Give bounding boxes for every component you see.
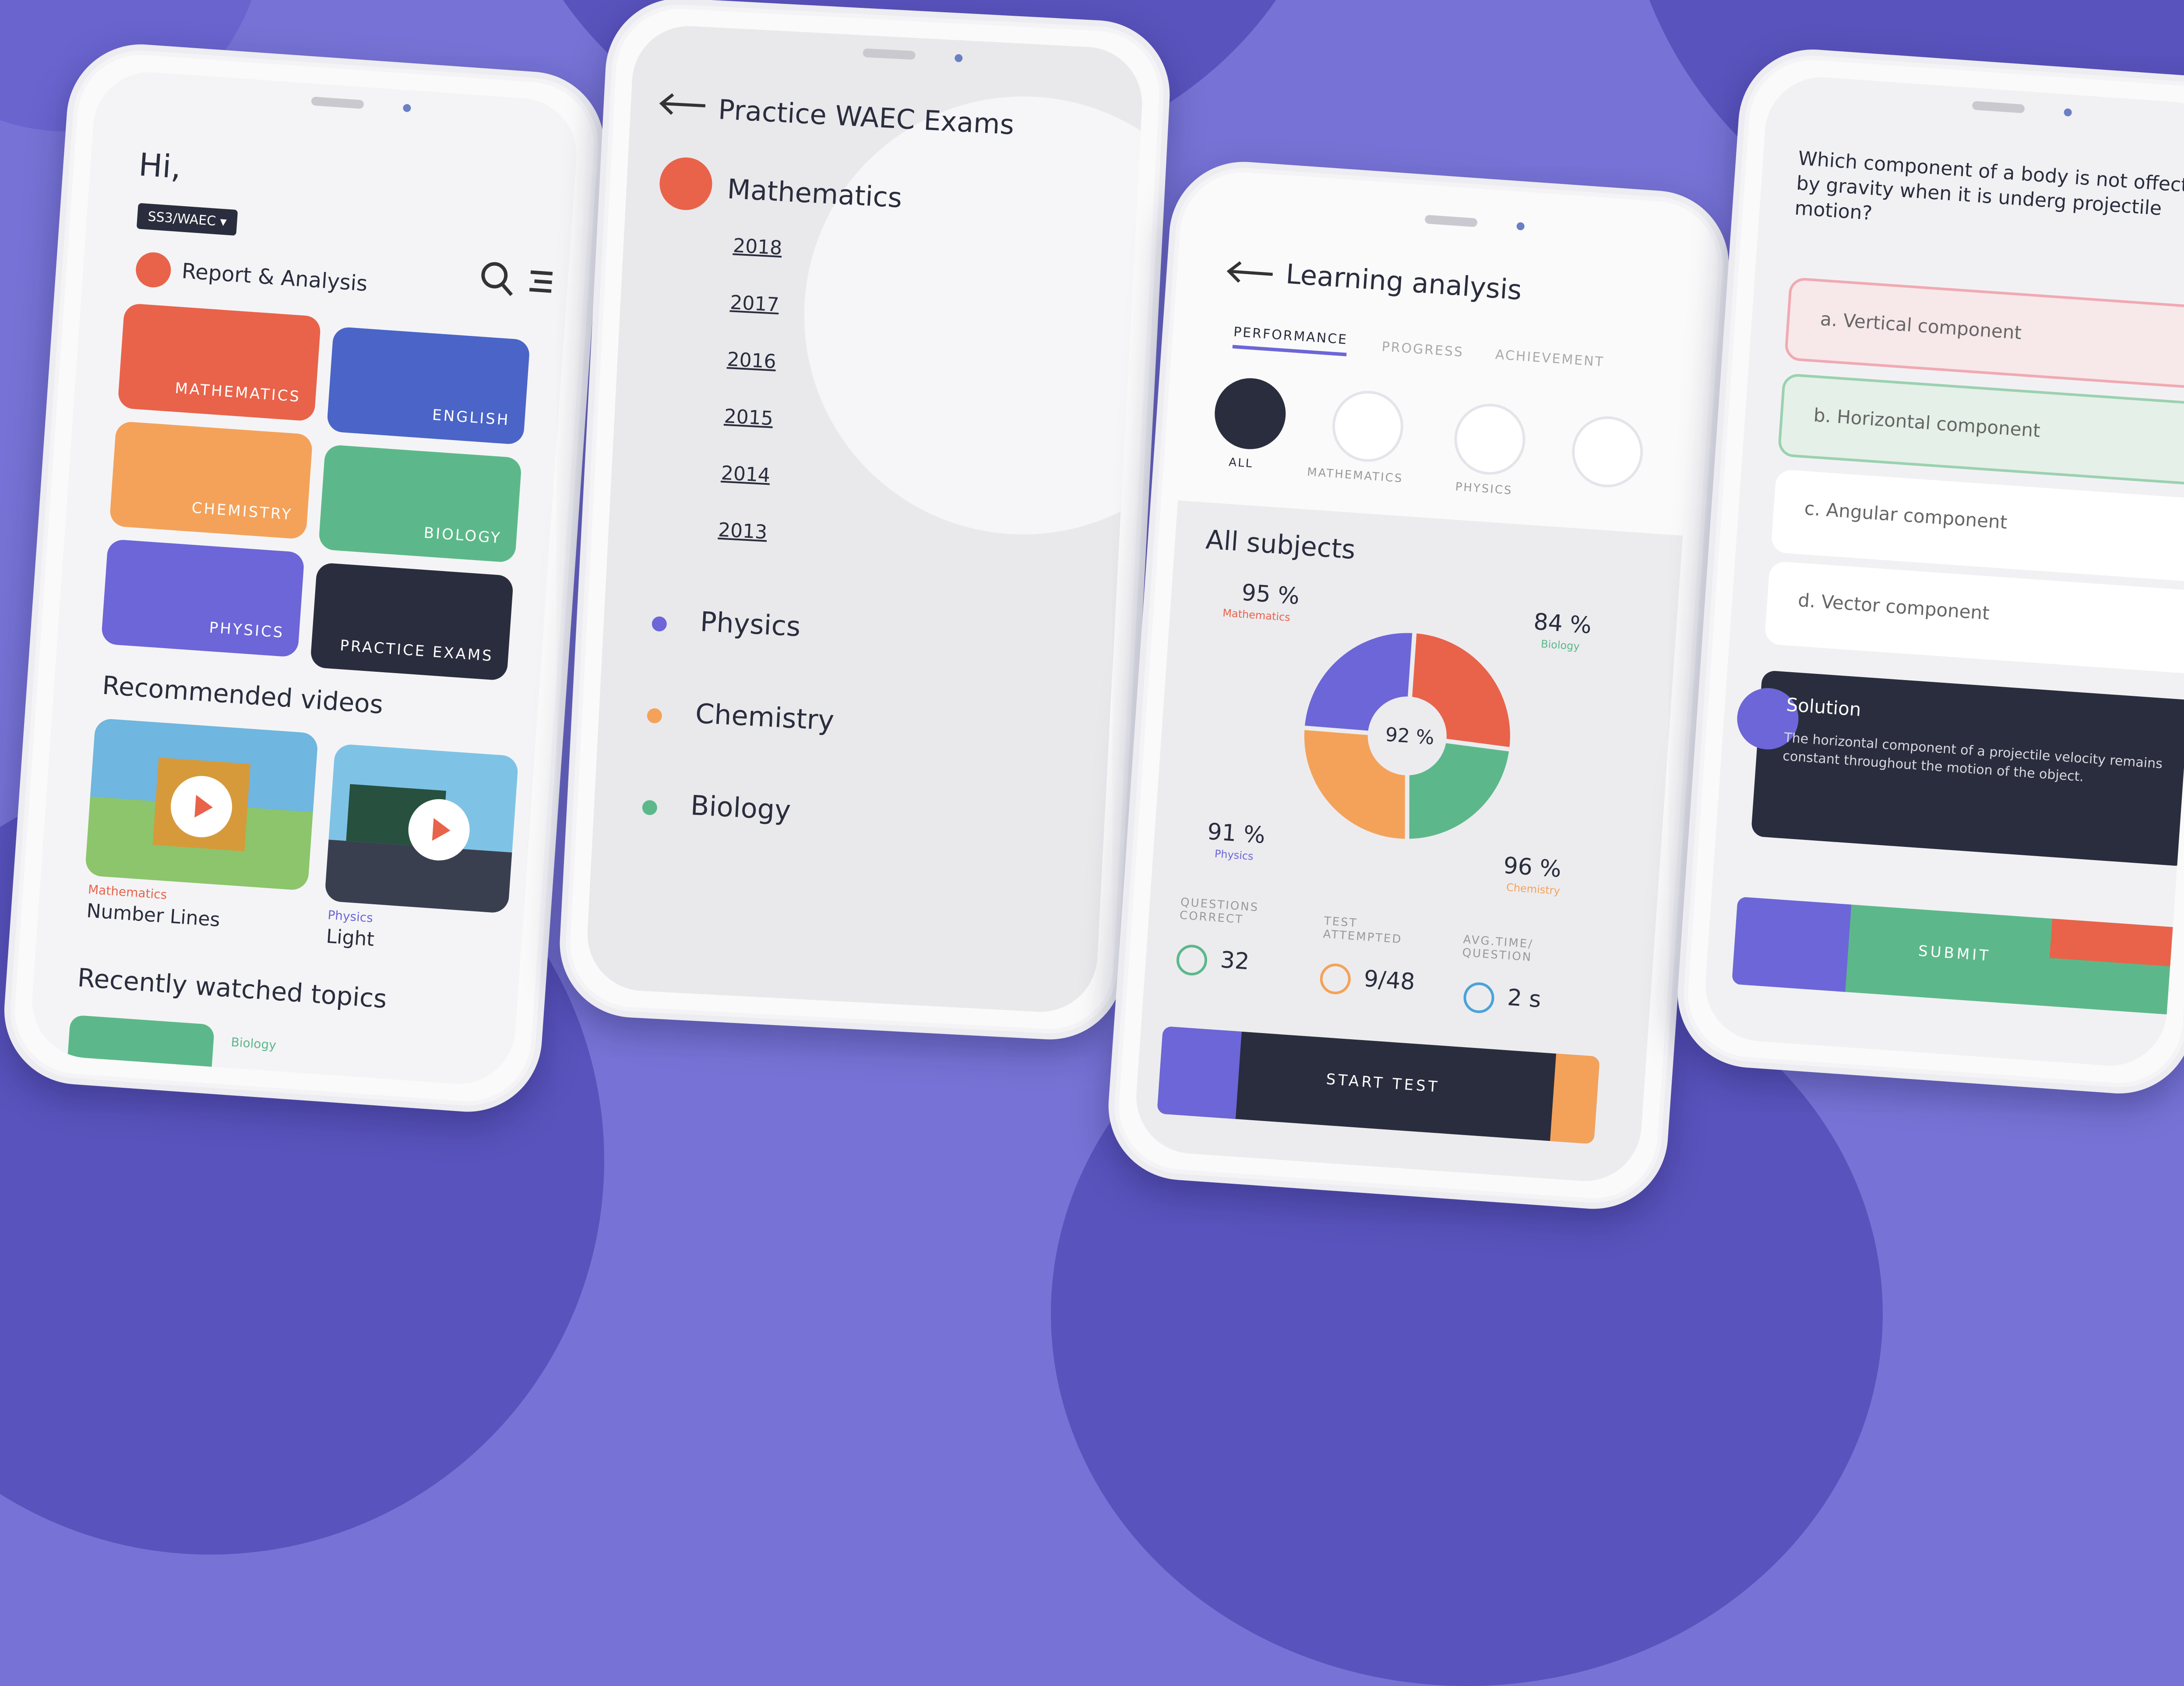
video-subject: Mathematics [88, 882, 168, 902]
stat-label: AVG.TIME/ QUESTION [1462, 933, 1534, 964]
subject-physics[interactable]: Physics [699, 606, 801, 643]
video-title: Number Lines [86, 899, 221, 931]
timer-icon [1462, 981, 1495, 1014]
solution-panel: Solution The horizontal component of a p… [1735, 670, 2184, 867]
year-link[interactable]: 2018 [733, 234, 783, 259]
submit-button[interactable]: SUBMIT [1731, 896, 2184, 1016]
tile-physics[interactable]: PHYSICS [101, 539, 305, 658]
recent-topic-card[interactable] [64, 1015, 215, 1088]
class-selector[interactable]: SS3/WAEC ▾ [136, 203, 238, 236]
option-a[interactable]: a. Vertical component [1784, 277, 2184, 391]
solution-text: The horizontal component of a projectile… [1782, 730, 2163, 785]
tile-mathematics[interactable]: MATHEMATICS [117, 303, 321, 422]
phone-practice: Practice WAEC Exams Mathematics 2018 201… [556, 0, 1174, 1044]
practice-screen: Practice WAEC Exams Mathematics 2018 201… [585, 23, 1145, 1015]
recommended-title: Recommended videos [101, 670, 384, 720]
page-title: Practice WAEC Exams [717, 93, 1015, 141]
phone-frame: Hi, SS3/WAEC ▾ Report & Analysis MATHEMA… [0, 39, 609, 1117]
start-test-label: START TEST [1325, 1070, 1441, 1096]
video-card-number-lines[interactable] [85, 718, 319, 891]
stat-value: 9/48 [1363, 965, 1416, 995]
question-screen: Which component of a body is not offecte… [1701, 73, 2184, 1070]
bullet-icon [651, 616, 667, 632]
start-test-button[interactable]: START TEST [1157, 1026, 1600, 1144]
video-subject: Physics [327, 907, 373, 925]
back-arrow-icon[interactable] [656, 90, 710, 119]
overall-percent: 92 % [1384, 723, 1435, 749]
submit-label: SUBMIT [1917, 942, 1992, 965]
greeting: Hi, [137, 146, 183, 186]
tile-chemistry[interactable]: CHEMISTRY [109, 421, 313, 540]
year-link[interactable]: 2017 [729, 291, 780, 316]
math-icon [658, 156, 714, 212]
tile-english[interactable]: ENGLISH [326, 326, 531, 445]
search-icon[interactable] [476, 257, 518, 300]
bullet-icon [641, 800, 658, 816]
year-link[interactable]: 2014 [721, 462, 771, 487]
clock-icon [1319, 963, 1352, 995]
tile-practice-exams[interactable]: PRACTICE EXAMS [310, 562, 514, 681]
chart-icon [134, 251, 172, 289]
report-link[interactable]: Report & Analysis [181, 259, 368, 296]
recent-title: Recently watched topics [76, 963, 388, 1014]
menu-icon[interactable] [525, 265, 557, 298]
phone-analysis: Learning analysis PERFORMANCE PROGRESS A… [1103, 157, 1734, 1214]
tile-biology[interactable]: BIOLOGY [318, 444, 522, 563]
subject-biology[interactable]: Biology [690, 789, 791, 826]
stat-value: 32 [1219, 947, 1251, 975]
phone-frame: Which component of a body is not offecte… [1673, 44, 2184, 1099]
question-text: Which component of a body is not offecte… [1794, 147, 2184, 225]
pct-biology: 84 % [1532, 609, 1592, 639]
option-b[interactable]: b. Horizontal component [1777, 373, 2184, 487]
phone-question: Which component of a body is not offecte… [1673, 44, 2184, 1099]
year-link[interactable]: 2013 [718, 519, 768, 544]
phone-frame: Learning analysis PERFORMANCE PROGRESS A… [1103, 157, 1734, 1214]
label-biology: Biology [1540, 638, 1580, 653]
label-physics: Physics [1214, 847, 1254, 863]
pct-chemistry: 96 % [1502, 852, 1562, 883]
phone-home: Hi, SS3/WAEC ▾ Report & Analysis MATHEMA… [0, 39, 609, 1117]
analysis-screen: Learning analysis PERFORMANCE PROGRESS A… [1132, 186, 1705, 1185]
phone-frame: Practice WAEC Exams Mathematics 2018 201… [556, 0, 1174, 1044]
video-title: Light [325, 925, 375, 951]
video-card-light[interactable] [324, 743, 519, 914]
stat-value: 2 s [1506, 984, 1542, 1013]
pct-physics: 91 % [1206, 818, 1266, 849]
year-link[interactable]: 2015 [724, 405, 774, 430]
option-d[interactable]: d. Vector component [1764, 561, 2184, 675]
bullet-icon [646, 708, 662, 724]
stat-label: TEST ATTEMPTED [1322, 914, 1403, 946]
label-chemistry: Chemistry [1506, 881, 1561, 897]
section-title: All subjects [1205, 524, 1356, 566]
back-arrow-icon[interactable] [1224, 258, 1278, 288]
label-mathematics: Mathematics [1222, 607, 1291, 624]
recent-subject: Biology [230, 1034, 277, 1053]
filter-label: ALL [1228, 455, 1254, 471]
subject-chemistry[interactable]: Chemistry [694, 697, 835, 736]
check-icon [1175, 944, 1208, 977]
home-screen: Hi, SS3/WAEC ▾ Report & Analysis MATHEMA… [28, 68, 581, 1088]
year-link[interactable]: 2016 [726, 348, 777, 373]
stat-label: QUESTIONS CORRECT [1179, 896, 1260, 927]
pct-mathematics: 95 % [1240, 579, 1300, 610]
